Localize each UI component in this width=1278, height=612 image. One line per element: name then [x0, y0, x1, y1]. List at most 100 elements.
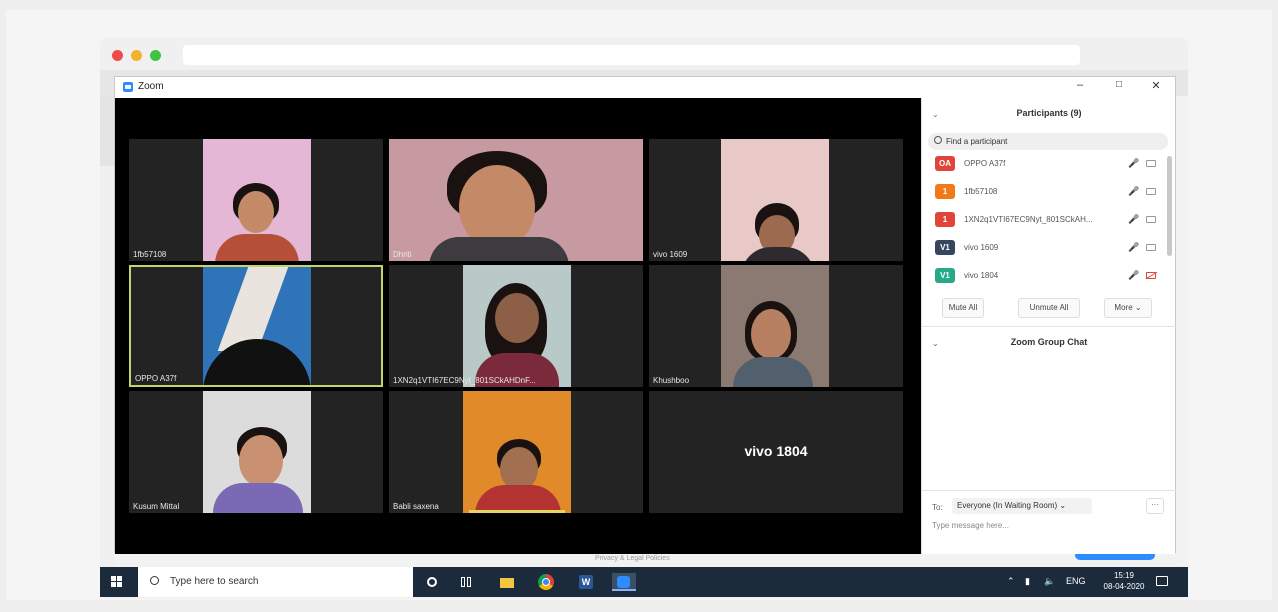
chat-divider [922, 490, 1176, 491]
participant-name: 1XN2q1VTI67EC9Nyt_801SCkAH... [964, 215, 1093, 224]
participant-video [463, 391, 571, 513]
video-tile[interactable]: 1XN2q1VTI67EC9Nyt_801SCkAHDnF... [389, 265, 643, 387]
clock-time: 15:19 [1113, 571, 1135, 580]
participant-avatar: 1 [935, 184, 955, 199]
microphone-icon[interactable]: 🎤 [1128, 214, 1139, 225]
zoom-window: Zoom – □ ✕ 1fb57108 Dhriti vivo 1609 OPP… [114, 76, 1176, 554]
task-view-icon[interactable] [457, 573, 475, 591]
microphone-icon[interactable]: 🎤 [1128, 242, 1139, 253]
zoom-logo-icon [123, 82, 133, 92]
minimize-button[interactable]: – [1070, 79, 1090, 91]
tile-name: Dhriti [393, 250, 412, 259]
participant-row[interactable]: V1 vivo 1609 🎤 [928, 236, 1164, 262]
participants-title: Participants (9) [1016, 108, 1082, 118]
video-tile-camera-off[interactable]: vivo 1804 [649, 391, 903, 513]
participants-panel: ⌄ Participants (9) Find a participant OA… [921, 98, 1176, 554]
camera-off-icon[interactable] [1146, 272, 1156, 279]
participant-name: OPPO A37f [964, 159, 1006, 168]
camera-icon[interactable] [1146, 244, 1156, 251]
search-icon [934, 136, 942, 144]
battery-icon[interactable]: ▮ [1025, 576, 1030, 587]
participant-avatar: V1 [935, 240, 955, 255]
camera-icon[interactable] [1146, 160, 1156, 167]
participant-row[interactable]: 1 1fb57108 🎤 [928, 180, 1164, 206]
chat-message-input[interactable]: Type message here... [932, 521, 1009, 530]
tile-name: 1XN2q1VTI67EC9Nyt_801SCkAHDnF... [393, 376, 536, 385]
privacy-link[interactable]: Privacy & Legal Policies [595, 555, 670, 562]
zoom-taskbar-icon[interactable] [612, 573, 636, 591]
tile-name: Kusum Mittal [133, 502, 180, 511]
tile-name: Babli saxena [393, 502, 439, 511]
participant-search-input[interactable]: Find a participant [928, 133, 1168, 150]
participant-video [463, 265, 571, 387]
participant-video [203, 267, 311, 385]
participant-name: vivo 1609 [964, 243, 999, 252]
participant-list-scrollbar[interactable] [1167, 156, 1172, 256]
more-button[interactable]: More ⌄ [1104, 298, 1152, 318]
tile-name: vivo 1609 [653, 250, 688, 259]
participant-name: 1fb57108 [964, 187, 998, 196]
microphone-icon[interactable]: 🎤 [1128, 270, 1139, 281]
participant-video [203, 391, 311, 513]
participant-video [203, 139, 311, 261]
participant-avatar: 1 [935, 212, 955, 227]
close-dot-icon[interactable] [112, 50, 123, 61]
word-icon[interactable]: W [577, 573, 595, 591]
microphone-icon[interactable]: 🎤 [1128, 158, 1139, 169]
windows-taskbar: Type here to search W ⌃ ▮ 🔈 ENG 15:19 08… [100, 567, 1188, 597]
address-bar[interactable] [183, 45, 1080, 65]
video-tile[interactable]: Khushboo [649, 265, 903, 387]
participant-row[interactable]: OA OPPO A37f 🎤 [928, 152, 1164, 178]
chrome-icon[interactable] [537, 573, 555, 591]
taskbar-search-input[interactable]: Type here to search [138, 567, 413, 597]
participant-video [721, 265, 829, 387]
chat-more-button[interactable]: ··· [1146, 498, 1164, 514]
participant-name: vivo 1804 [964, 271, 999, 280]
search-placeholder: Find a participant [946, 137, 1008, 146]
maximize-button[interactable]: □ [1109, 79, 1129, 90]
clock-date: 08-04-2020 [1103, 582, 1145, 591]
microphone-icon[interactable]: 🎤 [1128, 186, 1139, 197]
camera-icon[interactable] [1146, 188, 1156, 195]
participant-avatar: V1 [935, 268, 955, 283]
chat-title: Zoom Group Chat [1010, 337, 1088, 347]
zoom-titlebar: Zoom – □ ✕ [115, 77, 1175, 97]
video-tile[interactable]: 1fb57108 [129, 139, 383, 261]
clock[interactable]: 15:19 08-04-2020 [1103, 570, 1145, 592]
participant-row[interactable]: V1 vivo 1804 🎤 [928, 264, 1164, 290]
participant-video [721, 139, 829, 261]
window-title: Zoom [138, 81, 164, 92]
windows-start-icon[interactable] [111, 576, 123, 588]
video-tile-active-speaker[interactable]: OPPO A37f [129, 265, 383, 387]
chat-recipient-select[interactable]: Everyone (In Waiting Room) ⌄ [952, 498, 1092, 514]
file-explorer-icon[interactable] [498, 573, 516, 591]
participant-row[interactable]: 1 1XN2q1VTI67EC9Nyt_801SCkAH... 🎤 [928, 208, 1164, 234]
minimize-dot-icon[interactable] [131, 50, 142, 61]
participant-name-label: vivo 1804 [744, 443, 808, 459]
video-tile[interactable]: Kusum Mittal [129, 391, 383, 513]
video-tile[interactable]: Babli saxena [389, 391, 643, 513]
tile-name: Khushboo [653, 376, 690, 385]
video-tile[interactable]: vivo 1609 [649, 139, 903, 261]
volume-icon[interactable]: 🔈 [1044, 576, 1055, 587]
close-button[interactable]: ✕ [1146, 79, 1166, 92]
search-icon [150, 576, 159, 585]
unmute-all-button[interactable]: Unmute All [1018, 298, 1080, 318]
chat-to-label: To: [932, 503, 943, 512]
video-tile[interactable]: Dhriti [389, 139, 643, 261]
notification-icon[interactable] [1153, 573, 1171, 591]
mute-all-button[interactable]: Mute All [942, 298, 984, 318]
taskbar-search-placeholder: Type here to search [170, 576, 259, 587]
maximize-dot-icon[interactable] [150, 50, 161, 61]
tile-name: OPPO A37f [135, 374, 177, 383]
show-hidden-icons-icon[interactable]: ⌃ [1007, 576, 1015, 587]
language-indicator[interactable]: ENG [1066, 576, 1086, 586]
browser-scrollbar[interactable] [1176, 96, 1188, 566]
gallery-view: 1fb57108 Dhriti vivo 1609 OPPO A37f 1XN2… [115, 98, 921, 554]
tile-name: 1fb57108 [133, 250, 167, 259]
cortana-icon[interactable] [423, 573, 441, 591]
camera-icon[interactable] [1146, 216, 1156, 223]
screen: Privacy & Legal Policies Zoom – □ ✕ 1fb5… [0, 0, 1278, 612]
browser-sidebar [100, 96, 114, 166]
panel-divider [922, 326, 1176, 327]
